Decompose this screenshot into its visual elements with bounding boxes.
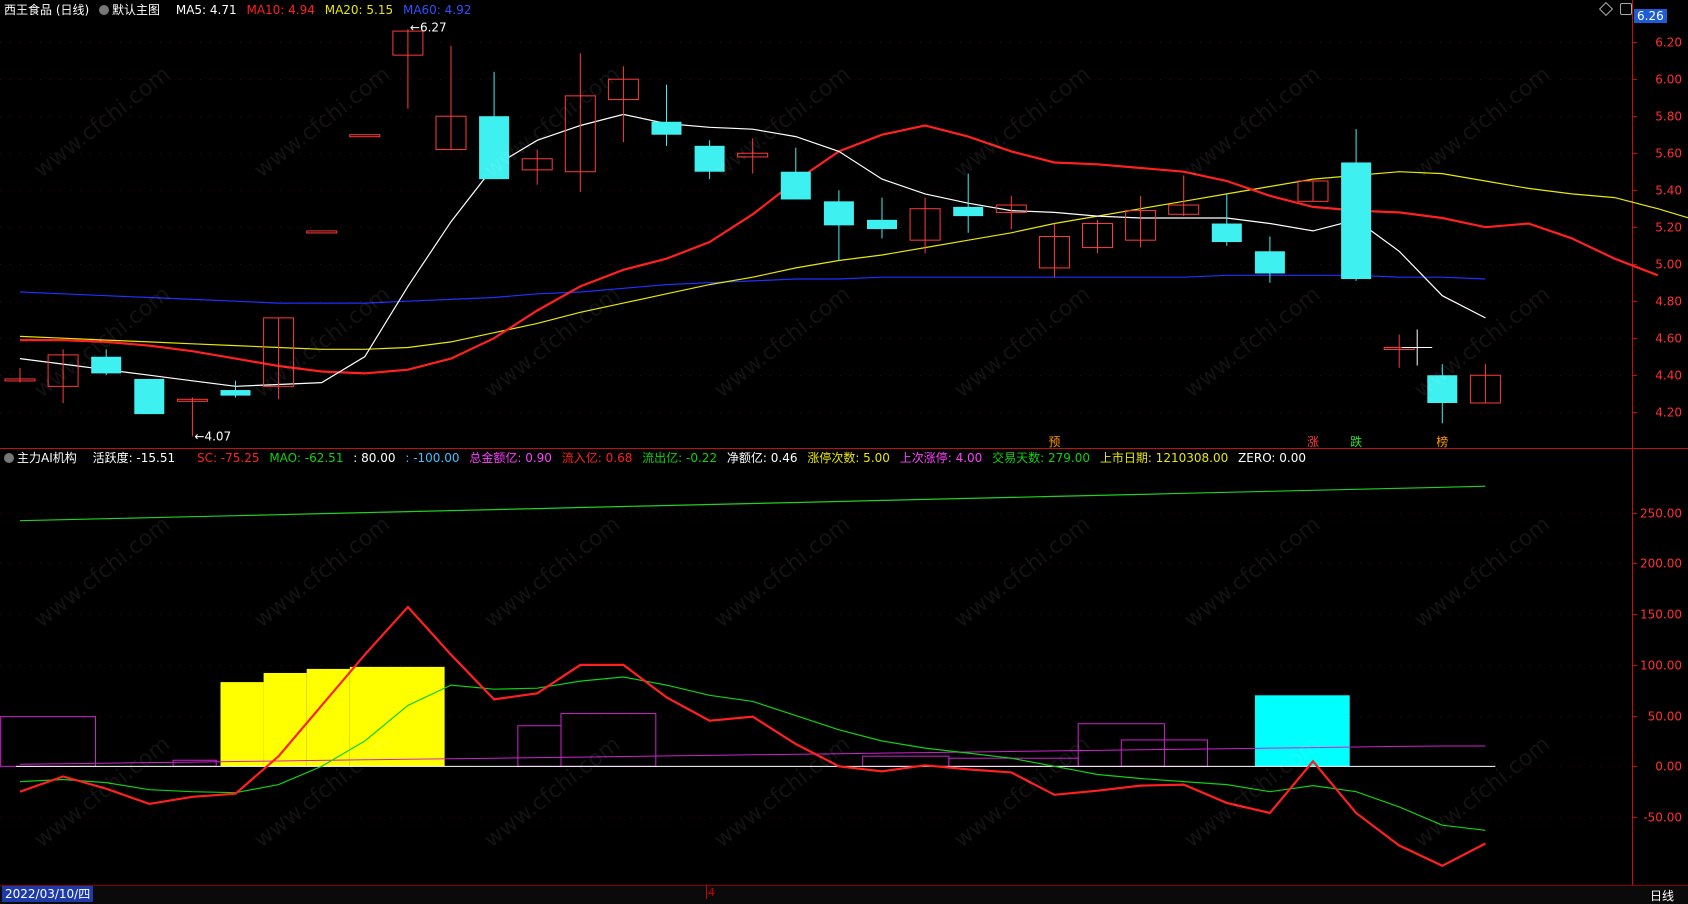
ma20-label: MA20: 5.15 bbox=[324, 3, 394, 17]
cyan-bar bbox=[1254, 695, 1350, 767]
y-tick-label: 5.00 bbox=[1655, 258, 1682, 272]
candle-body bbox=[780, 171, 811, 200]
y-tick-label: 250.00 bbox=[1640, 507, 1682, 521]
event-marker: 跌 bbox=[1350, 434, 1362, 449]
window-toggle-icon[interactable] bbox=[1620, 3, 1632, 15]
chevron-down-icon bbox=[4, 453, 14, 463]
candle-body bbox=[651, 121, 682, 135]
candle-body bbox=[1427, 375, 1458, 403]
magenta-box bbox=[948, 757, 1079, 767]
ma5-label: MA5: 4.71 bbox=[175, 3, 237, 17]
magenta-box bbox=[862, 755, 950, 767]
y-tick-label: 100.00 bbox=[1640, 659, 1682, 673]
level-neg100-label: : -100.00 bbox=[405, 451, 460, 465]
y-tick-label: -50.00 bbox=[1643, 811, 1682, 825]
trade-days-label: 交易天数: 279.00 bbox=[992, 451, 1090, 465]
candle-body bbox=[134, 378, 165, 415]
candle-body bbox=[1341, 162, 1372, 280]
stock-name[interactable]: 西王食品 (日线) bbox=[4, 3, 89, 17]
last-limit-label: 上次涨停: 4.00 bbox=[899, 451, 983, 465]
chart-template-dropdown[interactable]: 默认主图 bbox=[99, 3, 166, 17]
cursor-marker bbox=[706, 885, 707, 899]
candle-body bbox=[1211, 223, 1242, 243]
magenta-box bbox=[0, 716, 97, 767]
yellow-bar bbox=[263, 672, 307, 767]
y-tick-label: 5.60 bbox=[1655, 147, 1682, 161]
y-tick-label: 50.00 bbox=[1648, 710, 1682, 724]
ma20-line bbox=[19, 171, 1688, 350]
candle-body bbox=[479, 116, 510, 180]
candle-body bbox=[306, 230, 338, 234]
y-tick-label: 5.40 bbox=[1655, 184, 1682, 198]
candle-body bbox=[694, 145, 725, 172]
y-tick-label: 4.40 bbox=[1655, 369, 1682, 383]
main-chart-header: 西王食品 (日线) 默认主图 MA5: 4.71 MA10: 4.94 MA20… bbox=[4, 3, 477, 17]
event-marker: 预 bbox=[1048, 435, 1060, 449]
price-annotation: ←4.07 bbox=[194, 429, 231, 443]
inflow-label: 流入亿: 0.68 bbox=[561, 451, 633, 465]
yellow-bar bbox=[220, 682, 264, 767]
event-marker: 涨 bbox=[1307, 434, 1319, 449]
level80-label: : 80.00 bbox=[353, 451, 396, 465]
chevron-down-icon bbox=[99, 5, 110, 15]
candle-body bbox=[823, 201, 854, 226]
yellow-bar bbox=[306, 668, 350, 767]
date-label: 2022/03/10/四 bbox=[2, 886, 94, 902]
mao-label: MAO: -62.51 bbox=[269, 451, 344, 465]
sc-label: SC: -75.25 bbox=[196, 451, 260, 465]
cursor-label: 4 bbox=[708, 886, 715, 899]
total-amount-label: 总金额亿: 0.90 bbox=[469, 451, 552, 465]
magenta-box bbox=[172, 759, 217, 767]
indicator-header: 主力AI机构 活跃度: -15.51 SC: -75.25 MAO: -62.5… bbox=[4, 451, 1312, 465]
candle-body bbox=[220, 390, 251, 396]
trend-line bbox=[19, 485, 1486, 522]
zero-label: ZERO: 0.00 bbox=[1238, 451, 1306, 465]
candle-body bbox=[1254, 251, 1285, 274]
yellow-bar bbox=[349, 666, 445, 767]
ma10-label: MA10: 4.94 bbox=[246, 3, 315, 17]
y-tick-label: 6.00 bbox=[1655, 73, 1682, 87]
event-marker: 榜 bbox=[1436, 434, 1448, 449]
ma60-line bbox=[19, 274, 1486, 304]
candle-body bbox=[349, 134, 381, 138]
candle-body bbox=[867, 219, 897, 230]
y-tick-label: 5.80 bbox=[1655, 110, 1682, 124]
magenta-box bbox=[560, 713, 657, 767]
outflow-label: 流出亿: -0.22 bbox=[642, 451, 718, 465]
magenta-box bbox=[517, 725, 562, 767]
y-tick-label: 4.20 bbox=[1655, 406, 1682, 420]
ma60-label: MA60: 4.92 bbox=[402, 3, 472, 17]
period-selector[interactable]: 日线 bbox=[1650, 887, 1674, 904]
net-label: 净额亿: 0.46 bbox=[726, 451, 798, 465]
limit-up-count-label: 涨停次数: 5.00 bbox=[807, 451, 890, 465]
activity-label: 活跃度: -15.51 bbox=[92, 451, 176, 465]
y-tick-label: 5.20 bbox=[1655, 221, 1682, 235]
bottom-bar bbox=[0, 885, 1688, 904]
list-date-label: 上市日期: 1210308.00 bbox=[1099, 451, 1229, 465]
candle-body bbox=[953, 206, 984, 217]
y-tick-label: 6.20 bbox=[1655, 36, 1682, 50]
price-annotation: ←6.27 bbox=[410, 20, 447, 34]
y-tick-label: 200.00 bbox=[1640, 557, 1682, 571]
y-tick-label: 4.80 bbox=[1655, 295, 1682, 309]
indicator-dropdown[interactable]: 主力AI机构 bbox=[4, 451, 83, 465]
candle-body bbox=[91, 356, 122, 374]
y-tick-label: 0.00 bbox=[1655, 760, 1682, 774]
current-price-tag: 6.26 bbox=[1634, 9, 1667, 23]
y-tick-label: 150.00 bbox=[1640, 608, 1682, 622]
y-tick-label: 4.60 bbox=[1655, 332, 1682, 346]
